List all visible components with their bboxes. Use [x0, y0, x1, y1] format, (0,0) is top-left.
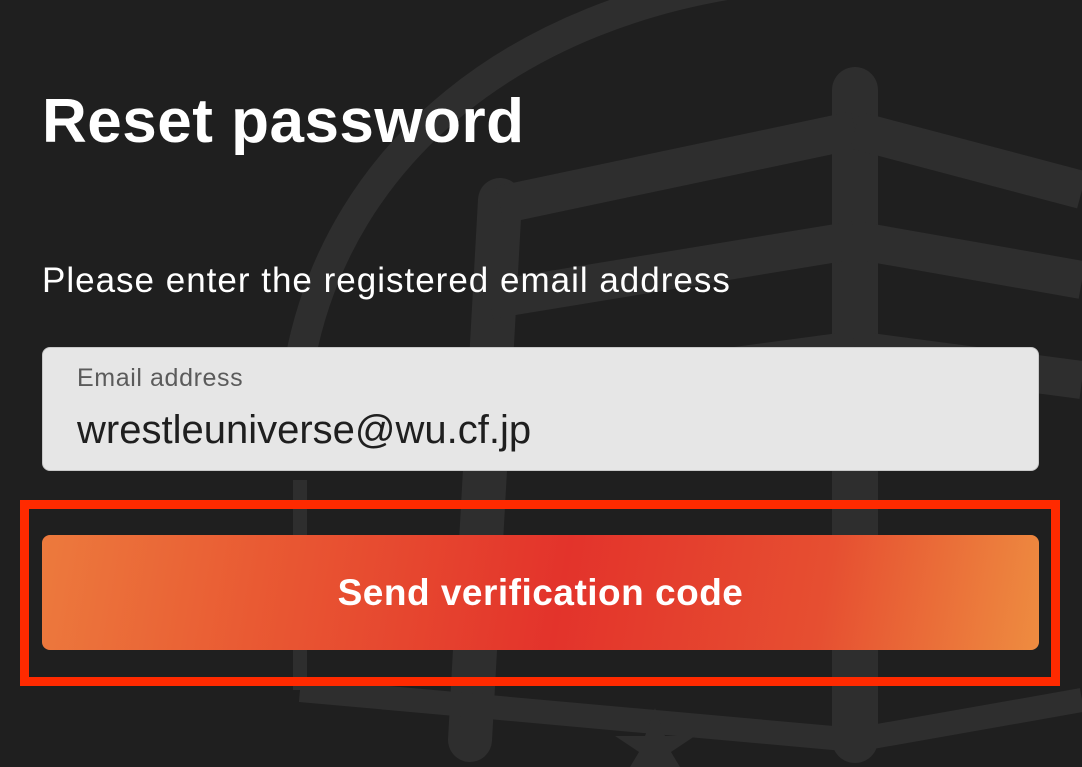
email-input[interactable]: [77, 408, 1017, 453]
instruction-text: Please enter the registered email addres…: [42, 261, 731, 300]
email-field[interactable]: Email address: [42, 347, 1039, 471]
email-field-label: Email address: [77, 364, 244, 392]
page-title: Reset password: [42, 87, 525, 156]
send-verification-code-button[interactable]: Send verification code: [42, 535, 1039, 650]
